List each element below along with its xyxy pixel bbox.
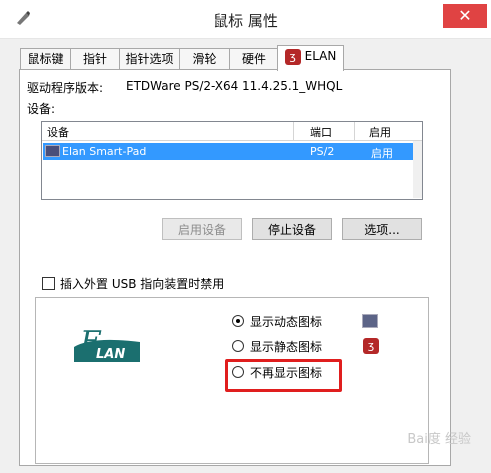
driver-version-value: ETDWare PS/2-X64 11.4.25.1_WHQL bbox=[126, 79, 343, 93]
usb-disable-label: 插入外置 USB 指向装置时禁用 bbox=[60, 277, 225, 291]
radio-static-label: 显示静态图标 bbox=[250, 340, 323, 354]
tab-elan[interactable]: ʒ ELAN bbox=[277, 45, 344, 71]
disable-device-button[interactable]: 停止设备 bbox=[252, 218, 332, 240]
close-button[interactable]: ✕ bbox=[443, 4, 487, 28]
column-device[interactable]: 设备 bbox=[47, 124, 69, 140]
radio-dynamic-label: 显示动态图标 bbox=[250, 315, 323, 329]
device-name: Elan Smart-Pad bbox=[62, 145, 147, 158]
list-item[interactable]: Elan Smart-Pad PS/2 启用 bbox=[43, 143, 413, 160]
title-bar: 鼠标 属性 ✕ bbox=[0, 0, 491, 39]
column-port[interactable]: 端口 bbox=[310, 124, 332, 140]
device-port: PS/2 bbox=[310, 145, 335, 158]
logo-text: LAN bbox=[96, 347, 125, 362]
elan-static-icon: ʒ bbox=[363, 338, 379, 354]
elan-logo: E LAN bbox=[70, 322, 146, 372]
tab-elan-label: ELAN bbox=[304, 49, 337, 63]
mouse-properties-window: 鼠标 属性 ✕ 鼠标键 指针 指针选项 滑轮 硬件 ʒ ELAN 驱动程序版本: … bbox=[0, 0, 491, 473]
device-list-header: 设备 端口 启用 bbox=[42, 122, 422, 141]
enable-device-button[interactable]: 启用设备 bbox=[162, 218, 242, 240]
window-title: 鼠标 属性 bbox=[213, 12, 278, 30]
tab-pointer-options[interactable]: 指针选项 bbox=[119, 48, 180, 70]
elan-icon: ʒ bbox=[284, 48, 301, 65]
radio-dynamic-icon[interactable] bbox=[232, 315, 244, 327]
tab-pointers[interactable]: 指针 bbox=[70, 48, 120, 70]
elan-tab-panel: 驱动程序版本: ETDWare PS/2-X64 11.4.25.1_WHQL … bbox=[19, 69, 451, 466]
touchpad-icon bbox=[45, 145, 60, 157]
usb-disable-checkbox[interactable] bbox=[42, 277, 55, 290]
tray-icon-group: E LAN 显示动态图标 显示静态图标 ʒ 不再显示图标 bbox=[35, 297, 429, 464]
device-list-scrollbar[interactable] bbox=[413, 141, 422, 198]
device-status: 启用 bbox=[371, 147, 393, 160]
column-enabled[interactable]: 启用 bbox=[369, 124, 391, 140]
device-list[interactable]: 设备 端口 启用 Elan Smart-Pad PS/2 启用 bbox=[41, 121, 423, 200]
watermark: Bai度 经验 bbox=[407, 432, 471, 447]
touchpad-dynamic-icon bbox=[362, 314, 378, 328]
driver-version-label: 驱动程序版本: bbox=[27, 81, 104, 95]
tab-hardware[interactable]: 硬件 bbox=[229, 48, 279, 70]
annotation-highlight-box bbox=[225, 359, 342, 392]
tab-buttons[interactable]: 鼠标键 bbox=[20, 48, 71, 70]
options-button[interactable]: 选项... bbox=[342, 218, 422, 240]
tab-wheel[interactable]: 滑轮 bbox=[179, 48, 230, 70]
radio-static-icon[interactable] bbox=[232, 340, 244, 352]
devices-label: 设备: bbox=[27, 102, 56, 116]
